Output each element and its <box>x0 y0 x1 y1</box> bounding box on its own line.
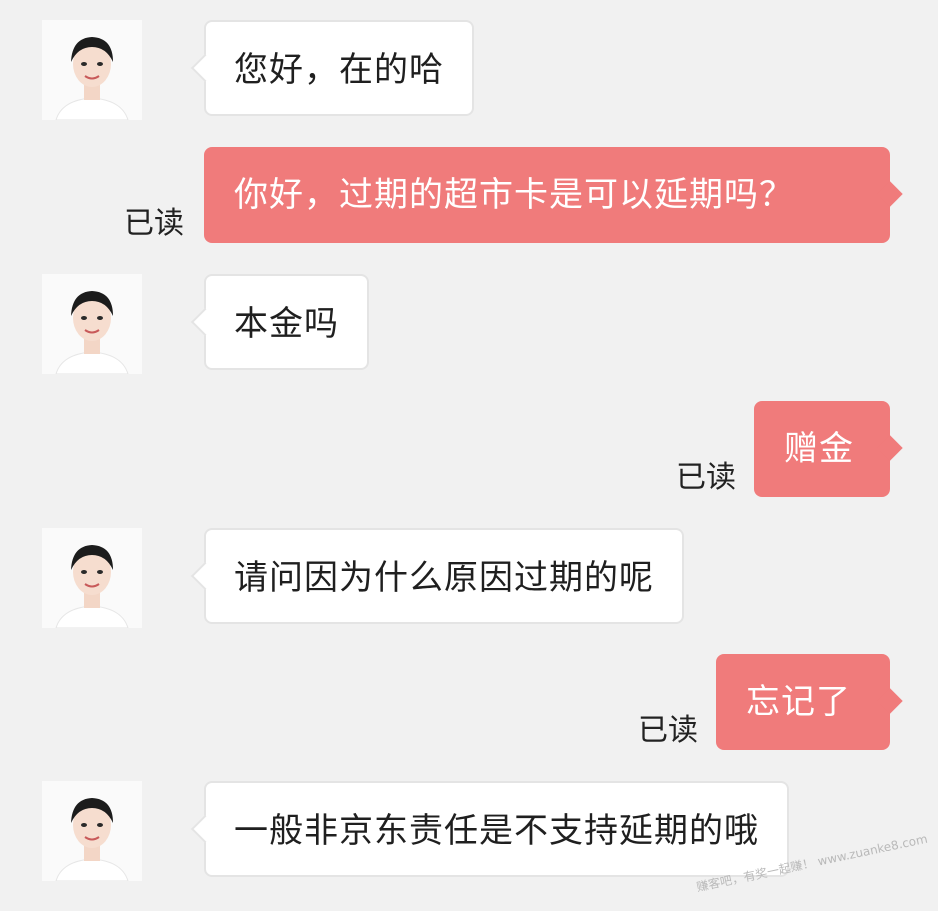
bubble-tail <box>877 181 903 207</box>
message-text: 你好，过期的超市卡是可以延期吗？ <box>234 175 794 215</box>
message-text: 忘记了 <box>746 682 851 722</box>
agent-avatar[interactable] <box>42 781 142 881</box>
message-bubble[interactable]: 请问因为什么原因过期的呢 <box>190 528 684 624</box>
chat-log: 您好，在的哈 已读 你好，过期的超市卡是可以延期吗？ 本金吗 已读 赠金 请问因… <box>0 0 938 911</box>
read-status: 已读 <box>638 713 698 748</box>
bubble-tail <box>190 561 220 591</box>
agent-avatar[interactable] <box>42 528 142 628</box>
message-bubble[interactable]: 忘记了 <box>716 654 903 750</box>
message-text: 本金吗 <box>234 304 339 344</box>
bubble-tail <box>190 307 220 337</box>
agent-avatar-icon <box>42 781 142 881</box>
message-bubble[interactable]: 您好，在的哈 <box>190 20 474 116</box>
message-bubble[interactable]: 本金吗 <box>190 274 369 370</box>
message-bubble[interactable]: 赠金 <box>754 401 903 497</box>
agent-avatar[interactable] <box>42 20 142 120</box>
agent-avatar-icon <box>42 274 142 374</box>
bubble-tail <box>190 53 220 83</box>
read-status: 已读 <box>676 460 736 495</box>
bubble-tail <box>877 435 903 461</box>
message-text: 一般非京东责任是不支持延期的哦 <box>234 811 759 851</box>
bubble-tail <box>877 688 903 714</box>
message-bubble[interactable]: 一般非京东责任是不支持延期的哦 <box>190 781 789 877</box>
message-text: 您好，在的哈 <box>234 50 444 90</box>
read-status: 已读 <box>124 206 184 241</box>
message-text: 请问因为什么原因过期的呢 <box>234 558 654 598</box>
message-text: 赠金 <box>784 429 854 469</box>
agent-avatar-icon <box>42 528 142 628</box>
message-bubble[interactable]: 你好，过期的超市卡是可以延期吗？ <box>204 147 903 243</box>
agent-avatar[interactable] <box>42 274 142 374</box>
bubble-tail <box>190 814 220 844</box>
agent-avatar-icon <box>42 20 142 120</box>
